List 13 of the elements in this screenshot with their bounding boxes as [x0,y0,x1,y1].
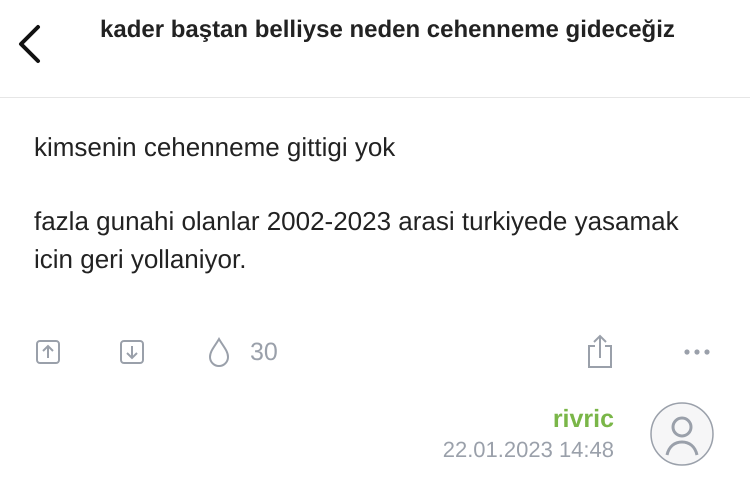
avatar-icon[interactable] [650,402,714,466]
downvote-icon[interactable] [120,340,144,364]
more-icon[interactable] [684,349,710,355]
share-icon[interactable] [586,334,614,370]
favorite-count: 30 [250,338,278,366]
back-icon[interactable] [16,24,42,64]
entry-paragraph: kimsenin cehenneme gittigi yok [34,131,396,164]
page-title: kader baştan belliyse neden cehenneme gideceğiz [100,15,676,45]
upvote-icon[interactable] [36,340,60,364]
entry-date: 22.01.2023 14:48 [442,436,614,464]
author-name[interactable]: rivric [552,403,614,435]
drop-icon[interactable] [208,337,230,367]
entry-paragraph: fazla gunahi olanlar 2002-2023 arasi turkiyede yasamak icin geri yollaniyor. [34,205,680,276]
